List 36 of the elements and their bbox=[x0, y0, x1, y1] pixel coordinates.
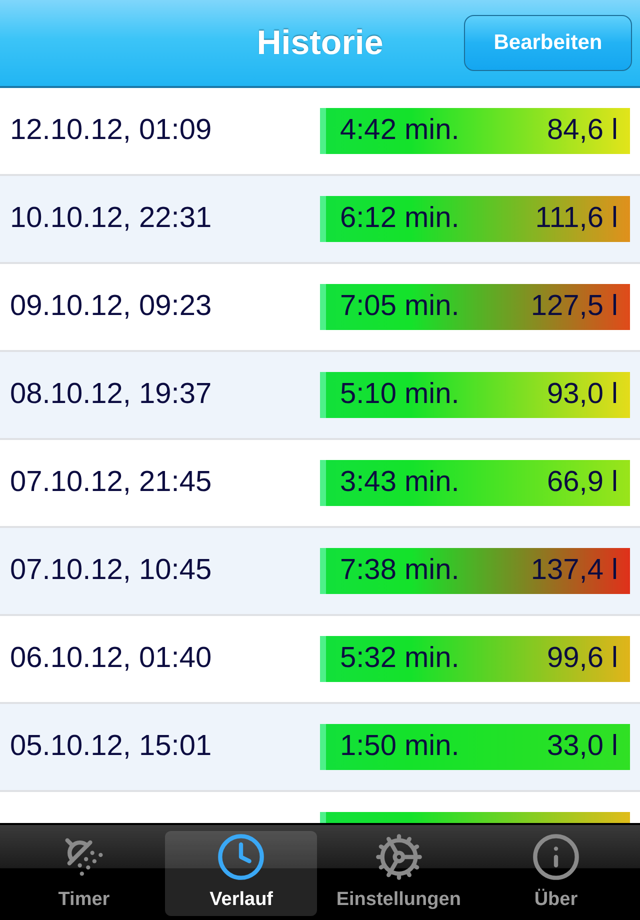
tab[interactable]: Über bbox=[480, 831, 632, 916]
date-text: 05.10.12, 15:01 bbox=[10, 729, 212, 764]
date-text: 10.10.12, 22:31 bbox=[10, 201, 212, 236]
duration-text: 4:42 min. bbox=[340, 113, 460, 148]
volume-text: 99,6 l bbox=[547, 641, 618, 676]
date-text: 07.10.12, 10:45 bbox=[10, 553, 212, 588]
date-text: 09.10.12, 09:23 bbox=[10, 289, 212, 324]
date-text: 08.10.12, 19:37 bbox=[10, 377, 212, 412]
duration-text: 7:38 min. bbox=[340, 553, 460, 588]
tab[interactable]: Verlauf bbox=[165, 831, 318, 916]
volume-text: 137,4 l bbox=[530, 553, 618, 588]
gear-icon bbox=[374, 832, 424, 882]
history-row[interactable]: 05.10.12, 15:01 1:50 min. 33,0 l bbox=[0, 704, 640, 792]
date-text: 06.10.12, 01:40 bbox=[10, 641, 212, 676]
duration-text: 5:10 min. bbox=[340, 377, 460, 412]
duration-text: 6:12 min. bbox=[340, 201, 460, 236]
duration-text: 3:43 min. bbox=[340, 465, 460, 500]
volume-text: 93,0 l bbox=[547, 377, 618, 412]
clock-icon bbox=[216, 832, 266, 882]
date-text: 12.10.12, 01:09 bbox=[10, 113, 212, 148]
history-row[interactable]: 08.10.12, 19:37 5:10 min. 93,0 l bbox=[0, 352, 640, 440]
page-title: Historie bbox=[256, 22, 384, 64]
duration-text: 7:05 min. bbox=[340, 289, 460, 324]
history-row[interactable]: 07.10.12, 10:45 7:38 min. 137,4 l bbox=[0, 528, 640, 616]
history-row[interactable]: 10.10.12, 22:31 6:12 min. 111,6 l bbox=[0, 176, 640, 264]
duration-text: 1:50 min. bbox=[340, 729, 460, 764]
volume-text: 111,6 l bbox=[535, 201, 618, 236]
tab[interactable]: Einstellungen bbox=[322, 831, 475, 916]
info-icon bbox=[530, 832, 581, 882]
duration-text: 5:32 min. bbox=[340, 641, 460, 676]
tab[interactable]: Timer bbox=[8, 831, 160, 916]
date-text: 07.10.12, 21:45 bbox=[10, 465, 212, 500]
volume-text: 127,5 l bbox=[530, 289, 618, 324]
volume-text: 84,6 l bbox=[547, 113, 618, 148]
volume-text: 33,0 l bbox=[547, 729, 618, 764]
volume-text: 66,9 l bbox=[547, 465, 618, 500]
